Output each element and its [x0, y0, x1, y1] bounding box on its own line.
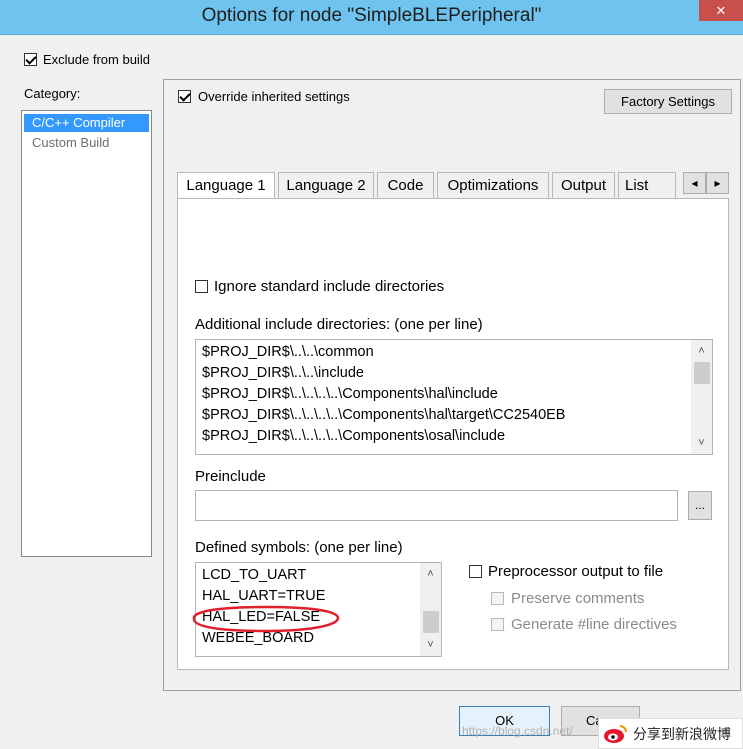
category-item-custom-build[interactable]: Custom Build [32, 135, 109, 150]
scroll-thumb[interactable] [694, 362, 710, 384]
include-dir-line: $PROJ_DIR$\..\..\..\..\Components\hal\in… [202, 386, 498, 402]
close-icon: ✕ [715, 3, 727, 18]
include-dir-line: $PROJ_DIR$\..\..\..\..\Components\osal\i… [202, 428, 506, 444]
include-dirs-scrollbar[interactable]: ˄ ˅ [691, 340, 712, 454]
preprocessor-output-label: Preprocessor output to file [488, 563, 664, 580]
category-list[interactable]: C/C++ Compiler Custom Build [21, 110, 152, 557]
exclude-from-build-label: Exclude from build [43, 52, 150, 67]
tab-scroll-left-button[interactable]: ◂ [683, 172, 706, 194]
factory-settings-button[interactable]: Factory Settings [604, 89, 732, 114]
override-label: Override inherited settings [198, 89, 350, 104]
weibo-share-label: 分享到新浪微博 [633, 726, 731, 742]
scroll-up-icon[interactable]: ˄ [691, 342, 712, 360]
scroll-thumb[interactable] [423, 611, 439, 633]
preinclude-label: Preinclude [195, 468, 266, 485]
red-annotation-ellipse [192, 605, 340, 633]
scroll-down-icon[interactable]: ˅ [691, 434, 712, 452]
preinclude-input[interactable] [195, 490, 678, 521]
close-button[interactable]: ✕ [699, 0, 743, 21]
arrow-left-icon: ◂ [691, 176, 698, 190]
weibo-share-badge[interactable]: 分享到新浪微博 [598, 718, 743, 749]
include-dirs-textarea[interactable]: $PROJ_DIR$\..\..\common $PROJ_DIR$\..\..… [195, 339, 713, 455]
include-dir-line: $PROJ_DIR$\..\..\..\..\Components\hal\ta… [202, 407, 566, 423]
tab-optimizations[interactable]: Optimizations [437, 172, 549, 199]
category-label: Category: [24, 86, 81, 101]
defined-symbol-line: LCD_TO_UART [202, 567, 307, 583]
window-title: Options for node "SimpleBLEPeripheral" [201, 5, 542, 26]
defined-symbols-label: Defined symbols: (one per line) [195, 539, 403, 556]
preprocessor-output-checkbox[interactable] [469, 565, 482, 578]
watermark-url: https://blog.csdn.net/ [462, 724, 573, 738]
preserve-comments-label: Preserve comments [511, 590, 645, 607]
category-item-c-compiler[interactable]: C/C++ Compiler [24, 114, 149, 132]
generate-line-directives-label: Generate #line directives [511, 616, 677, 633]
tab-language-2[interactable]: Language 2 [278, 172, 374, 199]
exclude-from-build-checkbox[interactable] [24, 53, 37, 66]
tab-language-1[interactable]: Language 1 [177, 172, 275, 199]
tab-code[interactable]: Code [377, 172, 434, 199]
scroll-up-icon[interactable]: ˄ [420, 565, 441, 583]
tab-output[interactable]: Output [552, 172, 615, 199]
include-dir-line: $PROJ_DIR$\..\..\include [202, 365, 364, 381]
title-bar: Options for node "SimpleBLEPeripheral" ✕ [0, 0, 743, 35]
tab-scroll-right-button[interactable]: ▸ [706, 172, 729, 194]
ignore-std-include-label: Ignore standard include directories [214, 278, 445, 295]
ignore-std-include-checkbox[interactable] [195, 280, 208, 293]
preserve-comments-checkbox[interactable] [491, 592, 504, 605]
defined-symbol-line: HAL_UART=TRUE [202, 588, 326, 604]
scroll-down-icon[interactable]: ˅ [420, 636, 441, 654]
checkmark-icon [179, 90, 191, 102]
include-dir-line: $PROJ_DIR$\..\..\common [202, 344, 374, 360]
tab-list[interactable]: List [618, 172, 676, 199]
generate-line-directives-checkbox[interactable] [491, 618, 504, 631]
preinclude-browse-button[interactable]: ... [688, 491, 712, 520]
checkmark-icon [25, 53, 37, 65]
override-checkbox[interactable] [178, 90, 191, 103]
defined-symbols-scrollbar[interactable]: ˄ ˅ [420, 563, 441, 656]
weibo-icon [604, 725, 627, 743]
include-dirs-label: Additional include directories: (one per… [195, 316, 483, 333]
arrow-right-icon: ▸ [714, 176, 721, 190]
